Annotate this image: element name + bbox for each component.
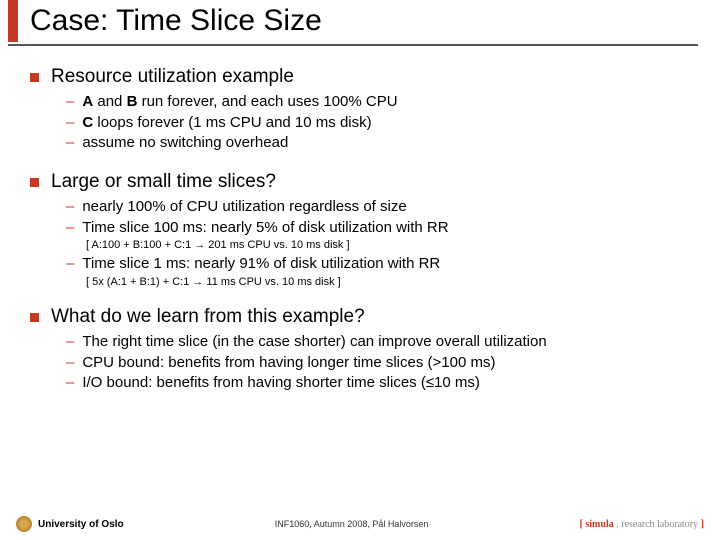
dash-icon: – (66, 134, 74, 152)
dash-icon: – (66, 93, 74, 111)
l2-text: nearly 100% of CPU utilization regardles… (82, 198, 406, 217)
footer-center: INF1060, Autumn 2008, Pål Halvorsen (275, 519, 429, 529)
square-bullet-icon (30, 178, 39, 187)
l2-text: The right time slice (in the case shorte… (82, 333, 546, 352)
title-underline (8, 44, 698, 46)
bullet-l2: –A and B run forever, and each uses 100%… (66, 93, 700, 112)
accent-bar (8, 0, 18, 42)
l2-text: Time slice 100 ms: nearly 5% of disk uti… (82, 219, 448, 238)
dash-icon: – (66, 198, 74, 216)
simula-logo-text: simula (585, 519, 613, 530)
footer-right: [ simula . research laboratory ] (580, 519, 704, 530)
dash-icon: – (66, 354, 74, 372)
l1-text: Resource utilization example (51, 66, 294, 89)
l1-text: What do we learn from this example? (51, 306, 365, 329)
dash-icon: – (66, 114, 74, 132)
bullet-l2: –Time slice 100 ms: nearly 5% of disk ut… (66, 219, 700, 238)
slide-title: Case: Time Slice Size (30, 4, 322, 38)
bullet-l2: –assume no switching overhead (66, 134, 700, 153)
bracket-note: [ 5x (A:1 + B:1) + C:1 → 11 ms CPU vs. 1… (86, 276, 700, 288)
bullet-l2: –nearly 100% of CPU utilization regardle… (66, 198, 700, 217)
bracket-note: [ A:100 + B:100 + C:1 → 201 ms CPU vs. 1… (86, 239, 700, 251)
footer: University of Oslo INF1060, Autumn 2008,… (0, 516, 720, 532)
lab-text: . research laboratory (614, 519, 698, 530)
slide: Case: Time Slice Size Resource utilizati… (0, 0, 720, 540)
bullet-l2: –The right time slice (in the case short… (66, 333, 700, 352)
l1-text: Large or small time slices? (51, 171, 276, 194)
bullet-l1: Large or small time slices? (30, 171, 700, 194)
square-bullet-icon (30, 313, 39, 322)
bullet-l2: –Time slice 1 ms: nearly 91% of disk uti… (66, 255, 700, 274)
l2-text: I/O bound: benefits from having shorter … (82, 374, 480, 393)
square-bullet-icon (30, 73, 39, 82)
l2-text: Time slice 1 ms: nearly 91% of disk util… (82, 255, 440, 274)
l2-text: assume no switching overhead (82, 134, 288, 153)
uio-seal-icon (16, 516, 32, 532)
footer-left-text: University of Oslo (38, 519, 124, 530)
bullet-l2: –I/O bound: benefits from having shorter… (66, 374, 700, 393)
bullet-l2: –CPU bound: benefits from having longer … (66, 354, 700, 373)
bullet-l1: Resource utilization example (30, 66, 700, 89)
dash-icon: – (66, 219, 74, 237)
l2-text: C loops forever (1 ms CPU and 10 ms disk… (82, 114, 371, 133)
l2-text: CPU bound: benefits from having longer t… (82, 354, 495, 373)
bracket-icon: ] (698, 519, 704, 530)
bullet-l1: What do we learn from this example? (30, 306, 700, 329)
dash-icon: – (66, 374, 74, 392)
content-area: Resource utilization example –A and B ru… (30, 56, 700, 395)
l2-text: A and B run forever, and each uses 100% … (82, 93, 397, 112)
footer-left: University of Oslo (16, 516, 124, 532)
dash-icon: – (66, 333, 74, 351)
dash-icon: – (66, 255, 74, 273)
bullet-l2: –C loops forever (1 ms CPU and 10 ms dis… (66, 114, 700, 133)
